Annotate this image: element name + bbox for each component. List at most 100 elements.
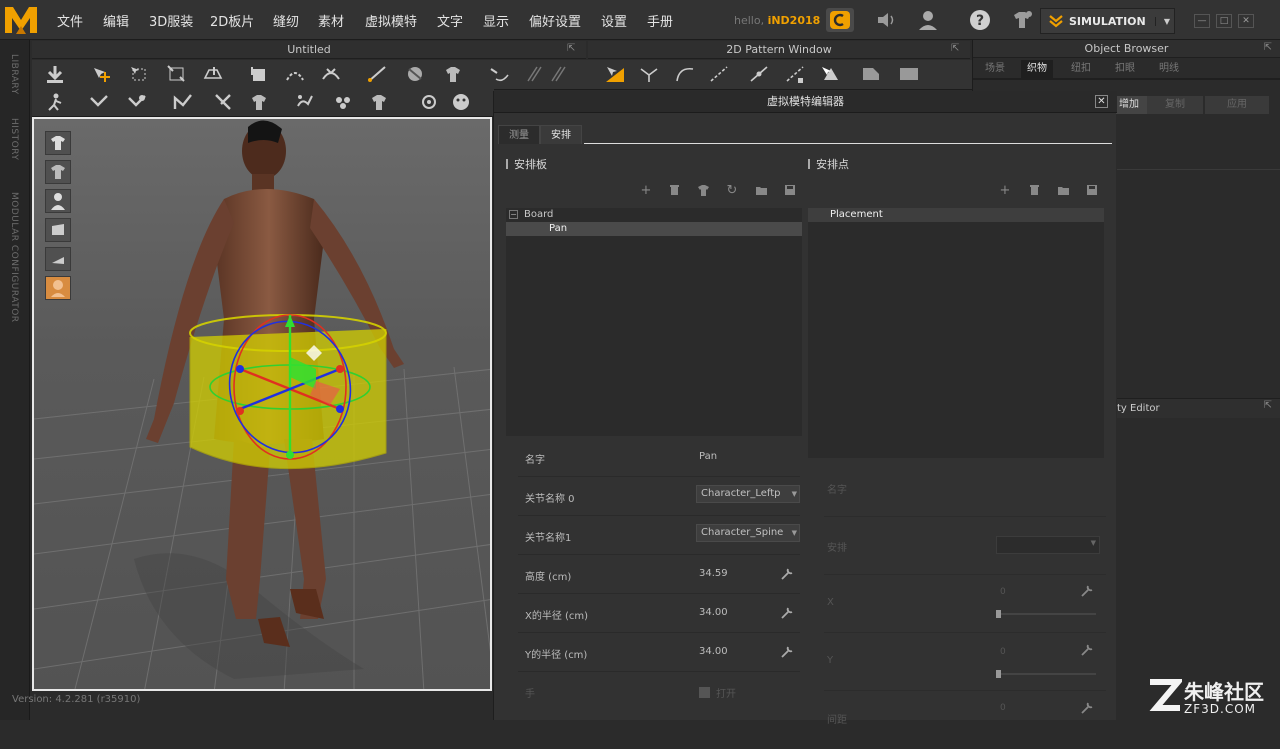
pin-icon[interactable] <box>248 64 270 84</box>
maximize-button[interactable]: □ <box>1216 14 1232 28</box>
avatar-skin-icon[interactable] <box>45 276 71 300</box>
help-icon[interactable]: ? <box>966 8 994 32</box>
menu-settings[interactable]: 设置 <box>601 11 627 30</box>
wrench-icon[interactable] <box>1080 584 1094 598</box>
slider-handle[interactable] <box>996 610 1001 618</box>
shirt-icon[interactable] <box>693 181 713 199</box>
hand-checkbox[interactable]: 打开 <box>699 685 736 700</box>
menu-text[interactable]: 文字 <box>437 11 463 30</box>
refresh-icon[interactable]: ↻ <box>722 181 742 199</box>
avatar-measure-icon[interactable] <box>488 64 510 84</box>
undock-icon[interactable]: ⇱ <box>1264 400 1272 411</box>
xradius-value[interactable]: 34.00 <box>699 607 728 618</box>
clo-connect-icon[interactable] <box>826 8 854 32</box>
arrangement-cylinder[interactable] <box>189 314 387 470</box>
open-folder-icon[interactable] <box>751 181 771 199</box>
tab-measure[interactable]: 测量 <box>498 125 540 144</box>
menu-file[interactable]: 文件 <box>57 11 83 30</box>
flat-view-icon[interactable] <box>45 247 71 271</box>
tree-item-pan[interactable]: Pan <box>506 222 802 236</box>
open-folder-icon[interactable] <box>1053 181 1073 199</box>
zipper-icon[interactable] <box>418 92 440 112</box>
rectangle-pattern-icon[interactable] <box>860 64 882 84</box>
wrench-icon[interactable] <box>780 567 794 581</box>
menu-manual[interactable]: 手册 <box>647 11 673 30</box>
brush-icon[interactable] <box>404 64 426 84</box>
menu-materials[interactable]: 素材 <box>318 11 344 30</box>
avatar-pose-icon[interactable] <box>44 92 66 112</box>
tab-library[interactable]: LIBRARY <box>9 54 19 95</box>
3d-viewport[interactable] <box>32 117 492 691</box>
joint0-select[interactable]: Character_Leftp ▼ <box>696 485 800 503</box>
measure-line-icon[interactable] <box>366 64 388 84</box>
shirt-pin-icon[interactable] <box>442 64 464 84</box>
delete-icon[interactable] <box>664 181 684 199</box>
height-value[interactable]: 34.59 <box>699 568 728 579</box>
collapse-icon[interactable]: − <box>509 210 518 219</box>
tab-topstitch[interactable]: 明线 <box>1153 60 1185 78</box>
transform-mesh-icon[interactable] <box>166 64 188 84</box>
buttonhole-icon[interactable] <box>332 92 354 112</box>
menu-edit[interactable]: 编辑 <box>103 11 129 30</box>
select-mesh-icon[interactable] <box>128 64 150 84</box>
name-value[interactable]: Pan <box>699 451 717 462</box>
menu-2d-pattern[interactable]: 2D板片 <box>210 11 254 30</box>
arrangement-point-icon[interactable] <box>126 92 148 112</box>
dropdown-arrow-icon[interactable]: ▼ <box>1154 16 1170 26</box>
delete-icon[interactable] <box>1024 181 1044 199</box>
edit-point-icon[interactable] <box>638 64 660 84</box>
add-point-icon[interactable] <box>708 64 730 84</box>
wrench-icon[interactable] <box>780 606 794 620</box>
tab-fabric[interactable]: 织物 <box>1021 60 1053 78</box>
garment-settings-icon[interactable] <box>1008 8 1036 32</box>
x-slider[interactable] <box>996 610 1096 618</box>
tab-arrangement[interactable]: 安排 <box>540 125 582 144</box>
fabric-view-icon[interactable] <box>45 218 71 242</box>
tree-item-board[interactable]: − Board <box>506 208 802 222</box>
tab-buttonhole[interactable]: 扣眼 <box>1109 60 1141 78</box>
circumference-icon[interactable] <box>546 64 568 84</box>
add-icon[interactable]: + <box>636 181 656 199</box>
wrench-icon[interactable] <box>780 645 794 659</box>
flatten-icon[interactable] <box>202 64 224 84</box>
menu-avatar[interactable]: 虚拟模特 <box>365 11 417 30</box>
y-slider[interactable] <box>996 670 1096 678</box>
garment-fit-icon[interactable] <box>368 92 390 112</box>
avatar-view-icon[interactable] <box>45 189 71 213</box>
sewing-line-icon[interactable] <box>284 64 306 84</box>
user-profile-icon[interactable] <box>914 8 942 32</box>
copy-fabric-button[interactable]: 复制 <box>1147 96 1203 114</box>
simulation-arrow-icon[interactable] <box>44 64 66 84</box>
menu-3d-garment[interactable]: 3D服装 <box>149 11 193 30</box>
tab-scene[interactable]: 场景 <box>979 60 1011 78</box>
tape-measure-icon[interactable] <box>522 64 544 84</box>
menu-display[interactable]: 显示 <box>483 11 509 30</box>
tab-button[interactable]: 纽扣 <box>1065 60 1097 78</box>
tack-on-avatar-icon[interactable] <box>248 92 270 112</box>
close-window-button[interactable]: ✕ <box>1238 14 1254 28</box>
menu-preferences[interactable]: 偏好设置 <box>529 11 581 30</box>
apply-fabric-button[interactable]: 应用 <box>1205 96 1269 114</box>
curve-point-icon[interactable] <box>674 64 696 84</box>
slider-handle[interactable] <box>996 670 1001 678</box>
yradius-value[interactable]: 34.00 <box>699 646 728 657</box>
undock-icon[interactable]: ⇱ <box>567 43 575 54</box>
tack-icon[interactable] <box>212 92 234 112</box>
internal-line-icon[interactable] <box>784 64 806 84</box>
wrench-icon[interactable] <box>1080 701 1094 715</box>
list-item-placement[interactable]: Placement <box>808 208 1104 222</box>
minimize-button[interactable]: — <box>1194 14 1210 28</box>
arrange-select[interactable]: ▼ <box>996 536 1100 554</box>
joint1-select[interactable]: Character_Spine ▼ <box>696 524 800 542</box>
button-tool-icon[interactable] <box>294 92 316 112</box>
garment-texture-icon[interactable] <box>45 160 71 184</box>
save-icon[interactable] <box>780 181 800 199</box>
tab-modular-configurator[interactable]: MODULAR CONFIGURATOR <box>9 192 19 323</box>
close-icon[interactable]: ✕ <box>1095 95 1108 108</box>
dart-icon[interactable] <box>820 64 842 84</box>
fold-arrangement-icon[interactable] <box>172 92 194 112</box>
polygon-icon[interactable] <box>748 64 770 84</box>
wrench-icon[interactable] <box>1080 643 1094 657</box>
undock-icon[interactable]: ⇱ <box>1264 42 1272 53</box>
select-pin-icon[interactable] <box>88 92 110 112</box>
